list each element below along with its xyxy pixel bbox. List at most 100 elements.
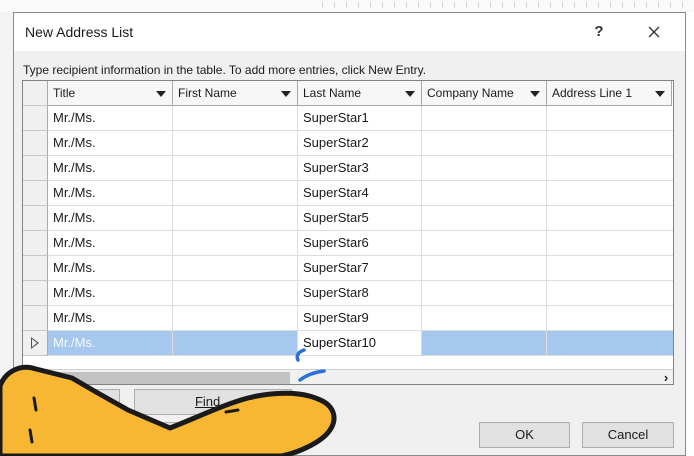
column-header-last-name[interactable]: Last Name bbox=[298, 81, 422, 106]
cancel-button[interactable]: Cancel bbox=[582, 422, 674, 448]
table-row[interactable]: Mr./Ms. SuperStar3 bbox=[23, 156, 673, 181]
table-cell-first[interactable] bbox=[173, 306, 298, 331]
table-cell-company[interactable] bbox=[422, 181, 547, 206]
table-cell-address[interactable] bbox=[547, 131, 673, 156]
table-cell-first[interactable] bbox=[173, 231, 298, 256]
table-cell-address[interactable] bbox=[547, 306, 673, 331]
table-cell-company[interactable] bbox=[422, 331, 547, 356]
row-header[interactable] bbox=[23, 181, 48, 206]
row-header[interactable] bbox=[23, 131, 48, 156]
row-header[interactable] bbox=[23, 256, 48, 281]
table-row[interactable]: Mr./Ms. SuperStar7 bbox=[23, 256, 673, 281]
scrollbar-thumb[interactable] bbox=[45, 372, 290, 384]
table-cell-title[interactable]: Mr./Ms. bbox=[48, 281, 173, 306]
new-address-list-dialog: New Address List ? Type recipient inform… bbox=[13, 12, 686, 456]
dropdown-arrow-icon[interactable] bbox=[530, 91, 540, 97]
table-cell-company[interactable] bbox=[422, 131, 547, 156]
address-grid[interactable]: Title First Name Last Name Company Name … bbox=[22, 80, 674, 385]
column-header-first-name[interactable]: First Name bbox=[173, 81, 298, 106]
dropdown-arrow-icon[interactable] bbox=[405, 91, 415, 97]
table-cell-last[interactable]: SuperStar3 bbox=[298, 156, 422, 181]
column-header-row: Title First Name Last Name Company Name … bbox=[23, 81, 673, 106]
table-row[interactable]: Mr./Ms. SuperStar4 bbox=[23, 181, 673, 206]
table-cell-last[interactable]: SuperStar1 bbox=[298, 106, 422, 131]
column-header-title[interactable]: Title bbox=[48, 81, 173, 106]
row-header[interactable] bbox=[23, 156, 48, 181]
table-cell-first[interactable] bbox=[173, 206, 298, 231]
table-cell-first[interactable] bbox=[173, 106, 298, 131]
row-header[interactable] bbox=[23, 331, 48, 356]
table-cell-company[interactable] bbox=[422, 256, 547, 281]
table-cell-company[interactable] bbox=[422, 206, 547, 231]
table-cell-last[interactable]: SuperStar2 bbox=[298, 131, 422, 156]
table-row[interactable]: Mr./Ms. SuperStar5 bbox=[23, 206, 673, 231]
table-cell-address[interactable] bbox=[547, 281, 673, 306]
dropdown-arrow-icon[interactable] bbox=[156, 91, 166, 97]
table-cell-address[interactable] bbox=[547, 106, 673, 131]
dropdown-arrow-icon[interactable] bbox=[281, 91, 291, 97]
table-cell-company[interactable] bbox=[422, 106, 547, 131]
table-cell-first[interactable] bbox=[173, 131, 298, 156]
dropdown-arrow-icon[interactable] bbox=[655, 91, 665, 97]
table-row[interactable]: Mr./Ms. SuperStar6 bbox=[23, 231, 673, 256]
table-cell-last[interactable]: SuperStar7 bbox=[298, 256, 422, 281]
table-row[interactable]: Mr./Ms. SuperStar8 bbox=[23, 281, 673, 306]
table-row[interactable]: Mr./Ms. SuperStar9 bbox=[23, 306, 673, 331]
table-cell-title[interactable]: Mr./Ms. bbox=[48, 156, 173, 181]
column-header-address-line-1[interactable]: Address Line 1 bbox=[547, 81, 672, 106]
table-cell-title[interactable]: Mr./Ms. bbox=[48, 331, 173, 356]
table-cell-title[interactable]: Mr./Ms. bbox=[48, 181, 173, 206]
table-cell-address[interactable] bbox=[547, 231, 673, 256]
column-header-company-name[interactable]: Company Name bbox=[422, 81, 547, 106]
customize-columns-label: Customize Colum bbox=[145, 427, 248, 442]
table-cell-company[interactable] bbox=[422, 281, 547, 306]
row-header[interactable] bbox=[23, 306, 48, 331]
table-cell-title[interactable]: Mr./Ms. bbox=[48, 306, 173, 331]
table-cell-title[interactable]: Mr./Ms. bbox=[48, 256, 173, 281]
table-cell-address[interactable] bbox=[547, 181, 673, 206]
row-header[interactable] bbox=[23, 106, 48, 131]
row-header[interactable] bbox=[23, 206, 48, 231]
column-header-label: Company Name bbox=[427, 86, 514, 100]
table-row[interactable]: Mr./Ms. SuperStar10 bbox=[23, 331, 673, 356]
table-cell-company[interactable] bbox=[422, 306, 547, 331]
title-bar: New Address List ? bbox=[14, 13, 685, 51]
table-cell-title[interactable]: Mr./Ms. bbox=[48, 206, 173, 231]
row-header[interactable] bbox=[23, 231, 48, 256]
table-cell-last[interactable]: SuperStar4 bbox=[298, 181, 422, 206]
table-cell-address[interactable] bbox=[547, 206, 673, 231]
customize-columns-button[interactable]: Customize Colum bbox=[134, 422, 292, 448]
instruction-text: Type recipient information in the table.… bbox=[23, 63, 427, 77]
table-cell-company[interactable] bbox=[422, 156, 547, 181]
table-cell-last[interactable]: SuperStar10 bbox=[298, 331, 422, 356]
table-cell-last[interactable]: SuperStar6 bbox=[298, 231, 422, 256]
table-cell-first[interactable] bbox=[173, 181, 298, 206]
close-icon[interactable] bbox=[640, 19, 668, 45]
table-cell-first[interactable] bbox=[173, 331, 298, 356]
table-cell-last[interactable]: SuperStar9 bbox=[298, 306, 422, 331]
table-cell-title[interactable]: Mr./Ms. bbox=[48, 231, 173, 256]
table-cell-last[interactable]: SuperStar8 bbox=[298, 281, 422, 306]
table-row[interactable]: Mr./Ms. SuperStar1 bbox=[23, 106, 673, 131]
column-header-label: Address Line 1 bbox=[552, 86, 633, 100]
table-cell-last[interactable]: SuperStar5 bbox=[298, 206, 422, 231]
horizontal-scrollbar[interactable]: › bbox=[23, 369, 673, 385]
table-cell-first[interactable] bbox=[173, 256, 298, 281]
table-cell-title[interactable]: Mr./Ms. bbox=[48, 106, 173, 131]
help-icon[interactable]: ? bbox=[586, 19, 612, 45]
ok-button[interactable]: OK bbox=[479, 422, 570, 448]
scroll-right-icon[interactable]: › bbox=[659, 371, 673, 385]
table-cell-first[interactable] bbox=[173, 281, 298, 306]
new-entry-button[interactable]: y bbox=[22, 389, 120, 415]
table-cell-first[interactable] bbox=[173, 156, 298, 181]
table-cell-address[interactable] bbox=[547, 156, 673, 181]
find-button[interactable]: Find... bbox=[134, 389, 292, 415]
row-header[interactable] bbox=[23, 281, 48, 306]
table-cell-company[interactable] bbox=[422, 231, 547, 256]
table-cell-title[interactable]: Mr./Ms. bbox=[48, 131, 173, 156]
column-header-label: Last Name bbox=[303, 86, 362, 100]
table-row[interactable]: Mr./Ms. SuperStar2 bbox=[23, 131, 673, 156]
cancel-label: Cancel bbox=[607, 427, 649, 442]
table-cell-address[interactable] bbox=[547, 331, 673, 356]
table-cell-address[interactable] bbox=[547, 256, 673, 281]
